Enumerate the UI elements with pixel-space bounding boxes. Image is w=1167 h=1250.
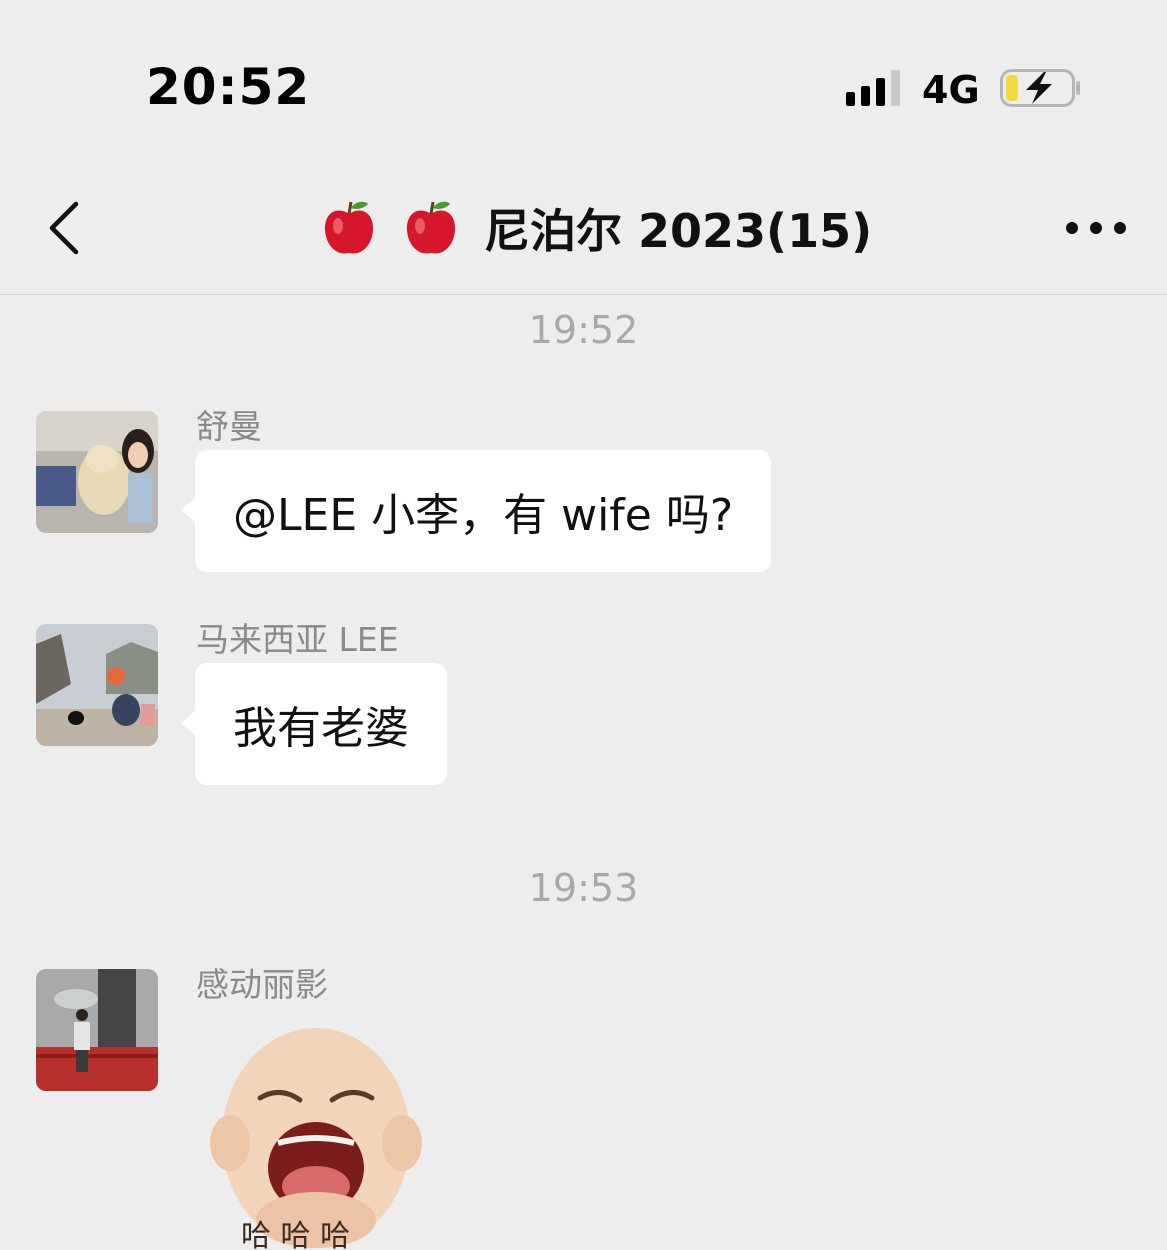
svg-text:哈 哈 哈: 哈 哈 哈 [241,1219,350,1250]
message-bubble[interactable]: 我有老婆 [181,663,447,785]
chat-header: 尼泊尔 2023(15) [0,170,1167,295]
avatar[interactable] [36,411,158,533]
signal-icon [846,70,906,106]
message-text: 我有老婆 [233,703,409,754]
battery-charging-icon [1000,69,1080,107]
network-type: 4G [922,68,980,112]
message-text: @LEE 小李，有 wife 吗? [233,490,734,541]
avatar[interactable] [36,969,158,1091]
back-arrow-icon[interactable] [40,198,90,258]
chat-title: 尼泊尔 2023(15) [320,198,872,258]
apple-icon [324,201,374,254]
message-timestamp: 19:52 [528,308,639,352]
message-timestamp: 19:53 [528,866,639,910]
status-time: 20:52 [146,58,311,116]
apple-icon [406,201,456,254]
chat-title-text: 尼泊尔 2023(15) [484,204,873,258]
sender-name: 感动丽影 [196,965,328,1004]
status-bar: 20:52 4G [0,0,1167,170]
sender-name: 马来西亚 LEE [196,620,399,659]
message-bubble[interactable]: @LEE 小李，有 wife 吗? [180,450,772,572]
more-options-icon[interactable] [1064,220,1128,236]
sender-name: 舒曼 [196,407,262,446]
avatar[interactable] [36,624,158,746]
laughing-baby-sticker[interactable]: 哈 哈 哈 [196,1008,436,1250]
